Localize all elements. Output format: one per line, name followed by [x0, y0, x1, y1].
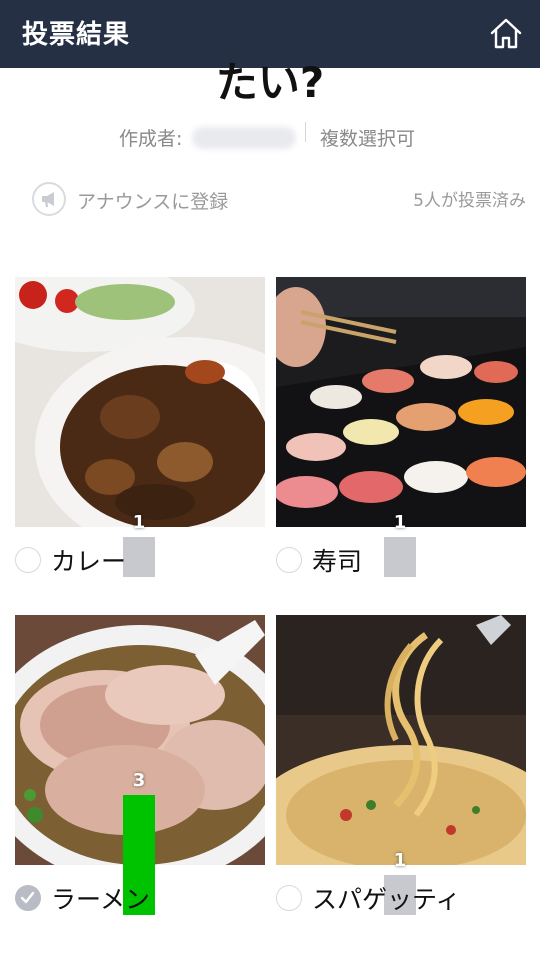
option-radio-checked[interactable]	[15, 885, 41, 911]
page-title: 投票結果	[22, 20, 131, 50]
poll-question: たい?	[215, 58, 325, 107]
vote-count: 3	[132, 770, 146, 791]
home-icon	[490, 18, 522, 49]
option-radio[interactable]	[15, 547, 41, 573]
vote-bar-area: 1	[384, 665, 416, 915]
option-label: カレー	[51, 547, 127, 576]
option-sushi[interactable]: 1 寿司	[276, 277, 526, 577]
option-label: ラーメン	[51, 885, 151, 914]
vote-bar-area: 1	[123, 327, 155, 577]
vote-bar	[123, 537, 155, 577]
vote-count: 1	[132, 512, 146, 533]
option-label: スパゲッティ	[312, 885, 461, 914]
option-curry[interactable]: 1 カレー	[15, 277, 265, 577]
option-ramen[interactable]: 3 ラーメン	[15, 615, 265, 915]
vote-bar-area: 3	[123, 665, 155, 915]
home-button[interactable]	[486, 14, 526, 54]
author-name-redacted	[192, 127, 296, 149]
option-radio[interactable]	[276, 885, 302, 911]
author-label: 作成者:	[119, 128, 183, 150]
megaphone-icon[interactable]	[32, 182, 66, 216]
meta-divider	[305, 122, 306, 142]
vote-count: 1	[393, 512, 407, 533]
checkmark-icon	[20, 891, 35, 904]
poll-meta: 作成者: 複数選択可	[0, 122, 540, 152]
multi-select-label: 複数選択可	[320, 128, 416, 150]
option-radio[interactable]	[276, 547, 302, 573]
vote-count: 1	[393, 850, 407, 871]
option-label: 寿司	[312, 547, 363, 576]
vote-bar-area: 1	[384, 327, 416, 577]
vote-bar	[384, 537, 416, 577]
voted-count: 5人が投票済み	[413, 191, 526, 211]
announce-register-link[interactable]: アナウンスに登録	[77, 187, 228, 214]
option-spaghetti[interactable]: 1 スパゲッティ	[276, 615, 526, 915]
